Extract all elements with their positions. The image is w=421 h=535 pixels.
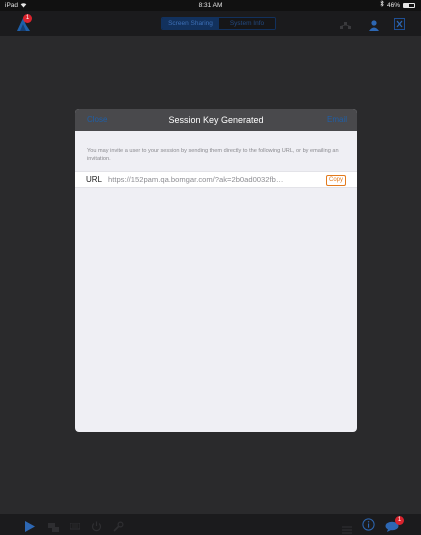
modal-description: You may invite a user to your session by… — [87, 148, 339, 162]
screens-icon[interactable] — [48, 520, 60, 535]
notification-badge: 1 — [23, 14, 32, 23]
bluetooth-icon — [380, 0, 384, 11]
session-key-modal: Close Session Key Generated Email You ma… — [75, 109, 357, 432]
email-button[interactable]: Email — [327, 109, 347, 131]
battery-fill — [404, 4, 409, 7]
copy-button[interactable]: Copy — [325, 175, 346, 186]
view-segmented-control: Screen Sharing System Info — [161, 17, 276, 30]
power-icon[interactable] — [91, 519, 102, 535]
chat-badge: 1 — [395, 516, 404, 525]
battery-percent: 46% — [386, 2, 400, 9]
top-toolbar: 1 Screen Sharing System Info — [0, 11, 421, 36]
battery-icon — [403, 3, 415, 8]
network-icon[interactable] — [340, 18, 351, 36]
url-row: URL https://152pam.qa.bomgar.com/?ak=2b0… — [75, 171, 357, 188]
user-icon[interactable] — [369, 18, 379, 36]
bottom-toolbar: 1 — [0, 514, 421, 535]
info-icon[interactable] — [362, 518, 375, 535]
tab-system-info[interactable]: System Info — [219, 18, 275, 29]
notification-icon[interactable]: 1 — [15, 14, 35, 32]
menu-icon[interactable] — [342, 521, 352, 535]
chat-icon[interactable]: 1 — [385, 516, 404, 535]
status-bar: iPad 8:31 AM 46% — [0, 0, 421, 11]
status-right: 46% — [380, 0, 415, 11]
wrench-icon[interactable] — [113, 519, 124, 535]
tab-screen-sharing[interactable]: Screen Sharing — [162, 18, 219, 29]
close-x-icon[interactable] — [394, 17, 405, 35]
play-icon[interactable] — [25, 519, 35, 535]
keyboard-icon[interactable] — [69, 520, 81, 535]
url-value[interactable]: https://152pam.qa.bomgar.com/?ak=2b0ad00… — [108, 175, 318, 184]
modal-title: Session Key Generated — [168, 115, 264, 125]
ipad-screen: iPad 8:31 AM 46% 1 Screen Sharing System… — [0, 0, 421, 535]
url-label: URL — [86, 175, 103, 184]
modal-header: Close Session Key Generated Email — [75, 109, 357, 131]
status-time: 8:31 AM — [198, 2, 223, 9]
